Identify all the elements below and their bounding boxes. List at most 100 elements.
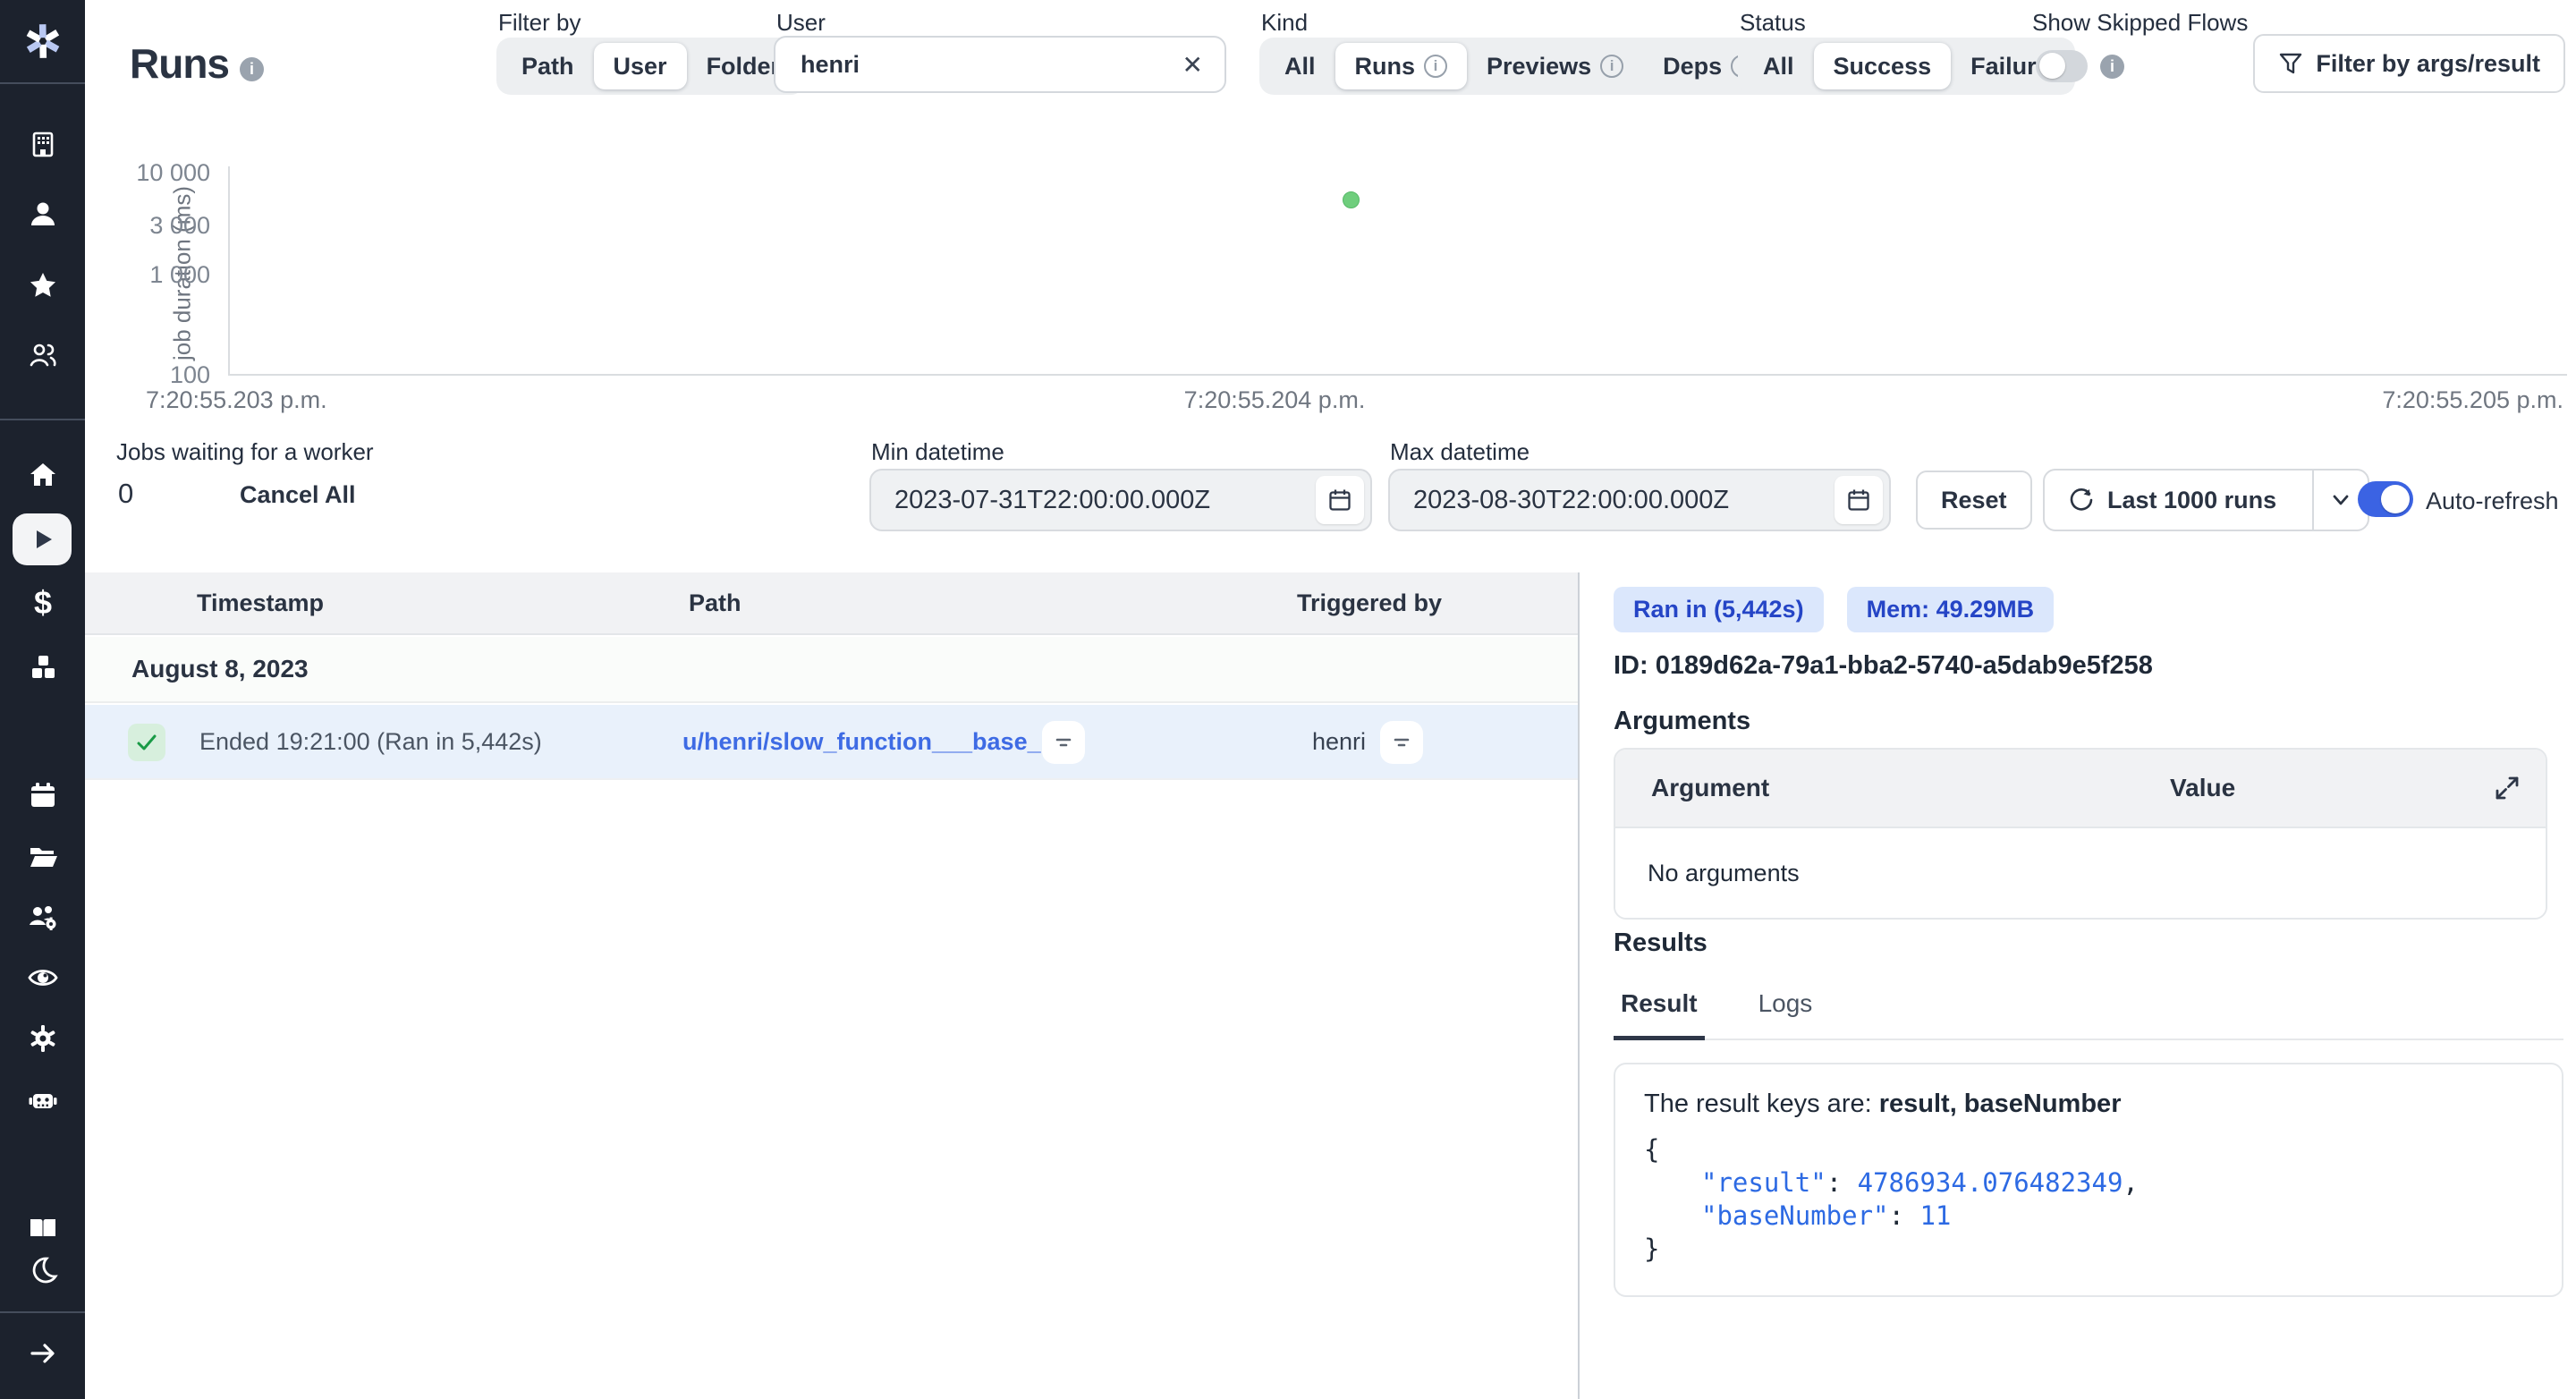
date-group-header: August 8, 2023 (85, 637, 1578, 703)
filter-by-user-pill-button[interactable] (1380, 721, 1423, 764)
kind-previews-info-icon[interactable]: i (1600, 55, 1623, 78)
filter-args-button[interactable]: Filter by args/result (2253, 34, 2565, 93)
max-datetime-input[interactable]: 2023-08-30T22:00:00.000Z (1388, 469, 1891, 531)
filter-lines-icon (1390, 731, 1413, 754)
user-input[interactable]: henri ✕ (774, 36, 1226, 93)
runs-table: Timestamp Path Triggered by August 8, 20… (85, 572, 1580, 1399)
funnel-icon (2278, 51, 2303, 76)
last-runs-button[interactable]: Last 1000 runs (2045, 471, 2300, 530)
tab-logs[interactable]: Logs (1751, 989, 1820, 1039)
favorites-star-icon[interactable] (27, 269, 59, 301)
max-datetime-value: 2023-08-30T22:00:00.000Z (1390, 486, 1835, 515)
kind-label: Kind (1261, 9, 1308, 37)
tab-result[interactable]: Result (1614, 989, 1705, 1040)
status-all[interactable]: All (1743, 43, 1814, 89)
queue-count: 0 (118, 478, 133, 510)
filter-by-path-pill-button[interactable] (1042, 721, 1085, 764)
filter-by-path[interactable]: Path (502, 43, 594, 89)
chart-x-axis (228, 374, 2567, 376)
x-tick: 7:20:55.205 p.m. (2382, 386, 2563, 414)
min-datetime-input[interactable]: 2023-07-31T22:00:00.000Z (869, 469, 1372, 531)
result-keys-line: The result keys are: result, baseNumber (1644, 1090, 2533, 1119)
status-success[interactable]: Success (1814, 43, 1952, 89)
filter-lines-icon (1052, 731, 1075, 754)
docs-book-icon[interactable] (27, 1211, 59, 1243)
min-datetime-value: 2023-07-31T22:00:00.000Z (871, 486, 1316, 515)
result-viewer: The result keys are: result, baseNumber … (1614, 1063, 2563, 1297)
run-badges: Ran in (5,442s) Mem: 49.29MB (1614, 587, 2054, 632)
ai-robot-icon[interactable] (27, 1084, 59, 1116)
workers-groups-gear-icon[interactable] (27, 901, 59, 933)
expand-icon[interactable] (2492, 773, 2522, 803)
arguments-title: Arguments (1614, 707, 1750, 736)
show-skipped-toggle[interactable] (2036, 50, 2088, 82)
calendar-icon (1846, 488, 1871, 513)
result-keys: result, baseNumber (1879, 1090, 2122, 1118)
run-detail-panel: Ran in (5,442s) Mem: 49.29MB ID: 0189d62… (1581, 572, 2576, 1399)
workspace-building-icon[interactable] (27, 128, 59, 160)
y-tick: 10 000 (85, 159, 210, 187)
dark-mode-moon-icon[interactable] (27, 1255, 59, 1287)
chevron-down-icon (2329, 488, 2352, 512)
results-title: Results (1614, 928, 1707, 958)
kind-runs-info-icon[interactable]: i (1424, 55, 1447, 78)
arguments-table-header: Argument Value (1615, 750, 2546, 828)
run-row[interactable]: Ended 19:21:00 (Ran in 5,442s) u/henri/s… (85, 705, 1578, 780)
schedules-calendar-icon[interactable] (27, 779, 59, 811)
sidebar: $ (0, 0, 85, 1399)
results-tabs: Result Logs (1614, 989, 2563, 1040)
arguments-empty-row: No arguments (1615, 828, 2546, 918)
kind-segmented: All Runsi Previewsi Depsi (1259, 38, 1779, 95)
filter-by-user[interactable]: User (594, 43, 687, 89)
kind-previews[interactable]: Previewsi (1467, 43, 1643, 89)
column-triggered-by: Triggered by (1297, 589, 1442, 617)
duration-badge: Ran in (5,442s) (1614, 587, 1824, 632)
result-json: { "result": 4786934.076482349, "baseNumb… (1644, 1133, 2533, 1266)
reset-button[interactable]: Reset (1916, 471, 2032, 530)
windmill-logo[interactable] (0, 0, 85, 84)
run-path-link[interactable]: u/henri/slow_function___base_11 (682, 728, 1066, 756)
x-tick: 7:20:55.204 p.m. (228, 386, 2321, 414)
filter-by-label: Filter by (498, 9, 580, 37)
column-value: Value (2170, 774, 2235, 802)
audit-eye-icon[interactable] (27, 962, 59, 994)
min-datetime-label: Min datetime (871, 438, 1004, 466)
y-tick: 3 000 (85, 212, 210, 240)
kind-runs[interactable]: Runsi (1335, 43, 1468, 89)
chart-data-point[interactable] (1343, 191, 1360, 208)
variables-dollar-icon[interactable]: $ (27, 587, 59, 619)
show-skipped-info-icon[interactable]: i (2100, 55, 2124, 79)
y-tick: 1 000 (85, 261, 210, 289)
folders-icon[interactable] (27, 840, 59, 872)
auto-refresh-label: Auto-refresh (2426, 488, 2559, 515)
home-icon[interactable] (27, 459, 59, 491)
resources-cubes-icon[interactable] (27, 651, 59, 683)
groups-icon[interactable] (27, 339, 59, 371)
run-timestamp: Ended 19:21:00 (Ran in 5,442s) (199, 728, 542, 756)
column-timestamp: Timestamp (197, 589, 324, 617)
last-runs-split-button: Last 1000 runs (2043, 469, 2369, 531)
y-tick: 100 (85, 361, 210, 389)
settings-gear-icon[interactable] (27, 1022, 59, 1055)
calendar-icon (1327, 488, 1352, 513)
column-path: Path (689, 589, 741, 617)
filter-by-segmented: Path User Folder (496, 38, 805, 95)
page-title: Runs (130, 39, 229, 88)
sidebar-divider (0, 1311, 85, 1313)
status-label: Status (1740, 9, 1806, 37)
runs-info-icon[interactable]: i (240, 57, 264, 81)
kind-all[interactable]: All (1265, 43, 1335, 89)
user-field-label: User (776, 9, 826, 37)
runs-play-icon[interactable] (13, 513, 72, 565)
calendar-picker-button[interactable] (1835, 476, 1883, 524)
status-segmented: All Success Failure (1738, 38, 2075, 95)
calendar-picker-button[interactable] (1316, 476, 1364, 524)
auto-refresh-toggle[interactable] (2358, 481, 2413, 517)
memory-badge: Mem: 49.29MB (1847, 587, 2055, 632)
sidebar-divider (0, 419, 85, 420)
user-icon[interactable] (27, 198, 59, 230)
clear-user-icon[interactable]: ✕ (1161, 50, 1224, 80)
cancel-all-button[interactable]: Cancel All (240, 481, 356, 509)
success-check-icon (128, 724, 165, 761)
collapse-arrow-icon[interactable] (27, 1337, 59, 1369)
